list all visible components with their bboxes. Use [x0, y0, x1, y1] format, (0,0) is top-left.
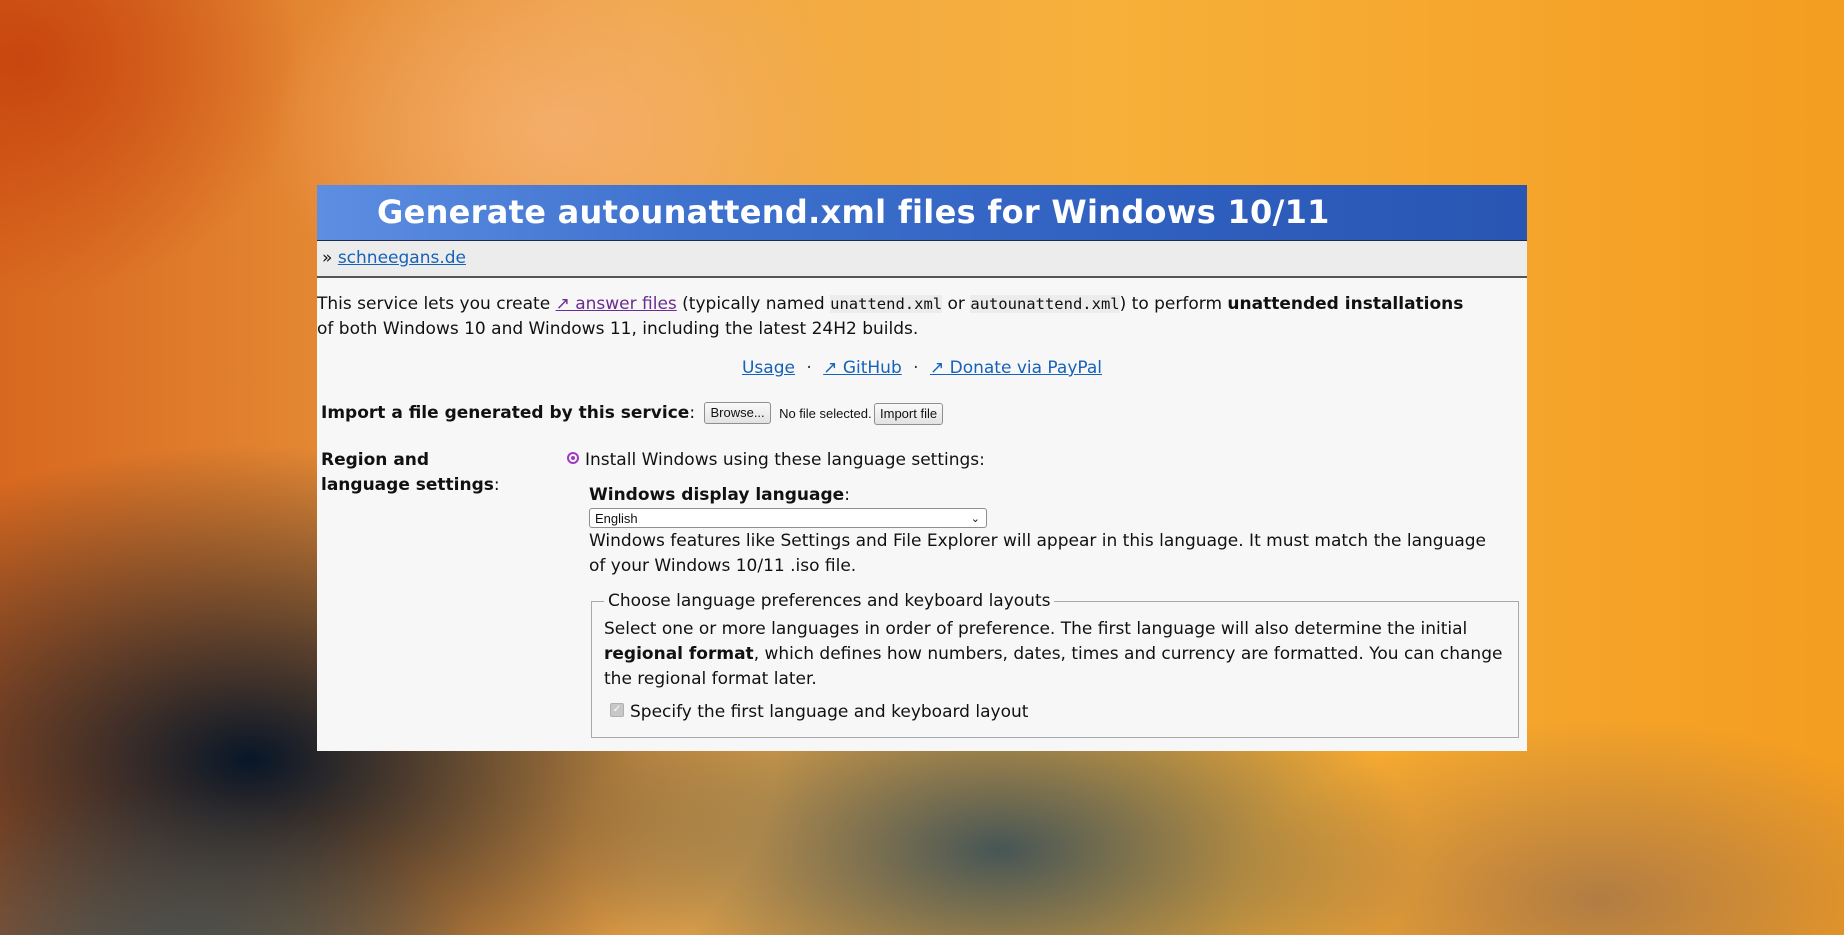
browse-button[interactable]: Browse... [704, 402, 771, 424]
intro-paragraph: This service lets you create ↗ answer fi… [317, 292, 1527, 342]
import-row: Import a file generated by this service:… [317, 400, 1527, 426]
answer-files-link[interactable]: ↗ answer files [556, 294, 677, 314]
code-autounattend: autounattend.xml [970, 295, 1120, 313]
display-language-value: English [595, 511, 638, 526]
intro-text: or [942, 294, 971, 314]
import-file-button[interactable]: Import file [874, 403, 944, 425]
region-colon: : [493, 475, 500, 495]
display-language-label: Windows display language: [589, 483, 1527, 508]
intro-text: (typically named [676, 294, 831, 314]
radio-label: Install Windows using these language set… [585, 450, 985, 470]
display-language-select[interactable]: English ⌄ [589, 508, 987, 528]
browser-window: Generate autounattend.xml files for Wind… [317, 185, 1527, 751]
intro-text: This service lets you create [317, 294, 556, 314]
install-language-radio-row[interactable]: Install Windows using these language set… [567, 448, 1527, 473]
fieldset-text: Select one or more languages in order of… [604, 619, 1468, 639]
language-settings: Windows display language: English ⌄ Wind… [589, 483, 1527, 738]
code-unattend: unattend.xml [830, 295, 943, 313]
link-separator: · [913, 358, 919, 378]
link-separator: · [806, 358, 812, 378]
fieldset-bold: regional format [604, 644, 754, 664]
display-language-label-text: Windows display language [589, 485, 845, 505]
breadcrumb-link-schneegans[interactable]: schneegans.de [338, 248, 466, 268]
display-language-description: Windows features like Settings and File … [589, 531, 1487, 576]
nav-links: Usage · ↗ GitHub · ↗ Donate via PayPal [317, 358, 1527, 378]
language-preferences-fieldset: Choose language preferences and keyboard… [591, 591, 1519, 738]
display-language-colon: : [844, 485, 850, 505]
chevron-down-icon: ⌄ [970, 513, 980, 525]
region-section: Region and language settings: Install Wi… [317, 448, 1527, 738]
intro-text: of both Windows 10 and Windows 11, inclu… [317, 319, 919, 339]
import-colon: : [689, 403, 696, 423]
fieldset-description: Select one or more languages in order of… [604, 617, 1506, 692]
no-file-status: No file selected. [779, 406, 872, 421]
first-language-checkbox-row[interactable]: ✓ Specify the first language and keyboard… [604, 700, 1506, 725]
region-label-text: Region and language settings [321, 450, 494, 495]
radio-selected-icon[interactable] [567, 452, 579, 464]
first-language-checkbox-label: Specify the first language and keyboard … [630, 702, 1029, 722]
donate-paypal-link[interactable]: ↗ Donate via PayPal [930, 358, 1102, 378]
breadcrumb-prefix: » [322, 248, 333, 268]
intro-text: ) to perform [1119, 294, 1228, 314]
github-link[interactable]: ↗ GitHub [823, 358, 902, 378]
usage-link[interactable]: Usage [742, 358, 795, 378]
page-title: Generate autounattend.xml files for Wind… [317, 185, 1527, 241]
breadcrumb: » schneegans.de [317, 241, 1527, 278]
region-body: Install Windows using these language set… [567, 448, 1527, 738]
import-label: Import a file generated by this service [321, 403, 690, 423]
intro-bold: unattended installations [1227, 294, 1464, 314]
region-label: Region and language settings: [321, 448, 521, 498]
checkbox-checked-icon[interactable]: ✓ [610, 703, 624, 717]
fieldset-legend: Choose language preferences and keyboard… [608, 591, 1051, 611]
